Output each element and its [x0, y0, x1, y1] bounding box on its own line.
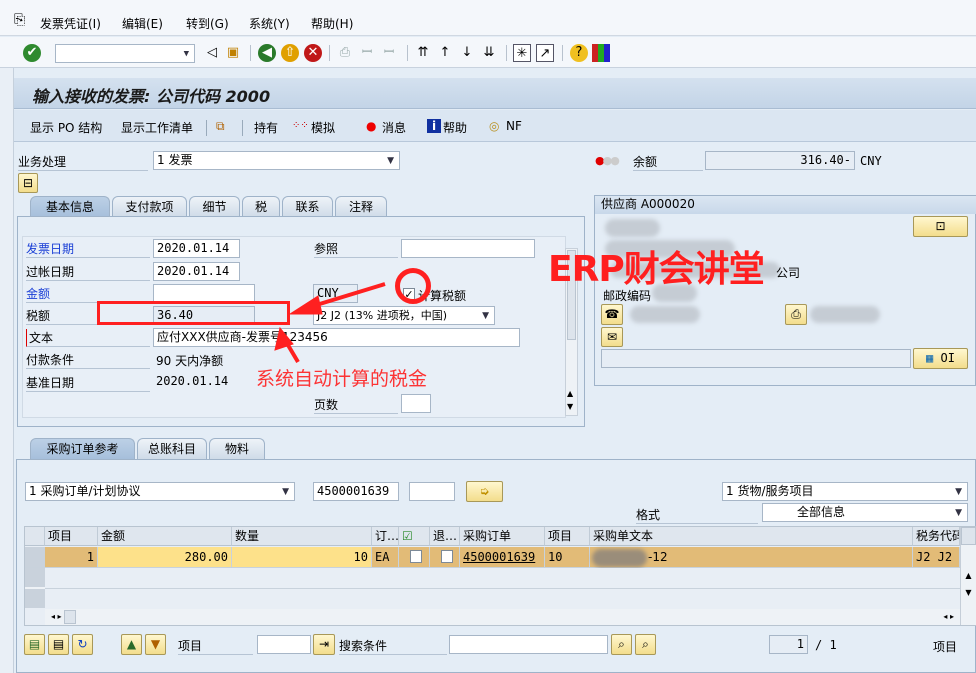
- annotation-arrows: [274, 282, 386, 364]
- annotation-note: 系统自动计算的税金: [256, 368, 428, 390]
- arrowhead-1: [288, 295, 323, 315]
